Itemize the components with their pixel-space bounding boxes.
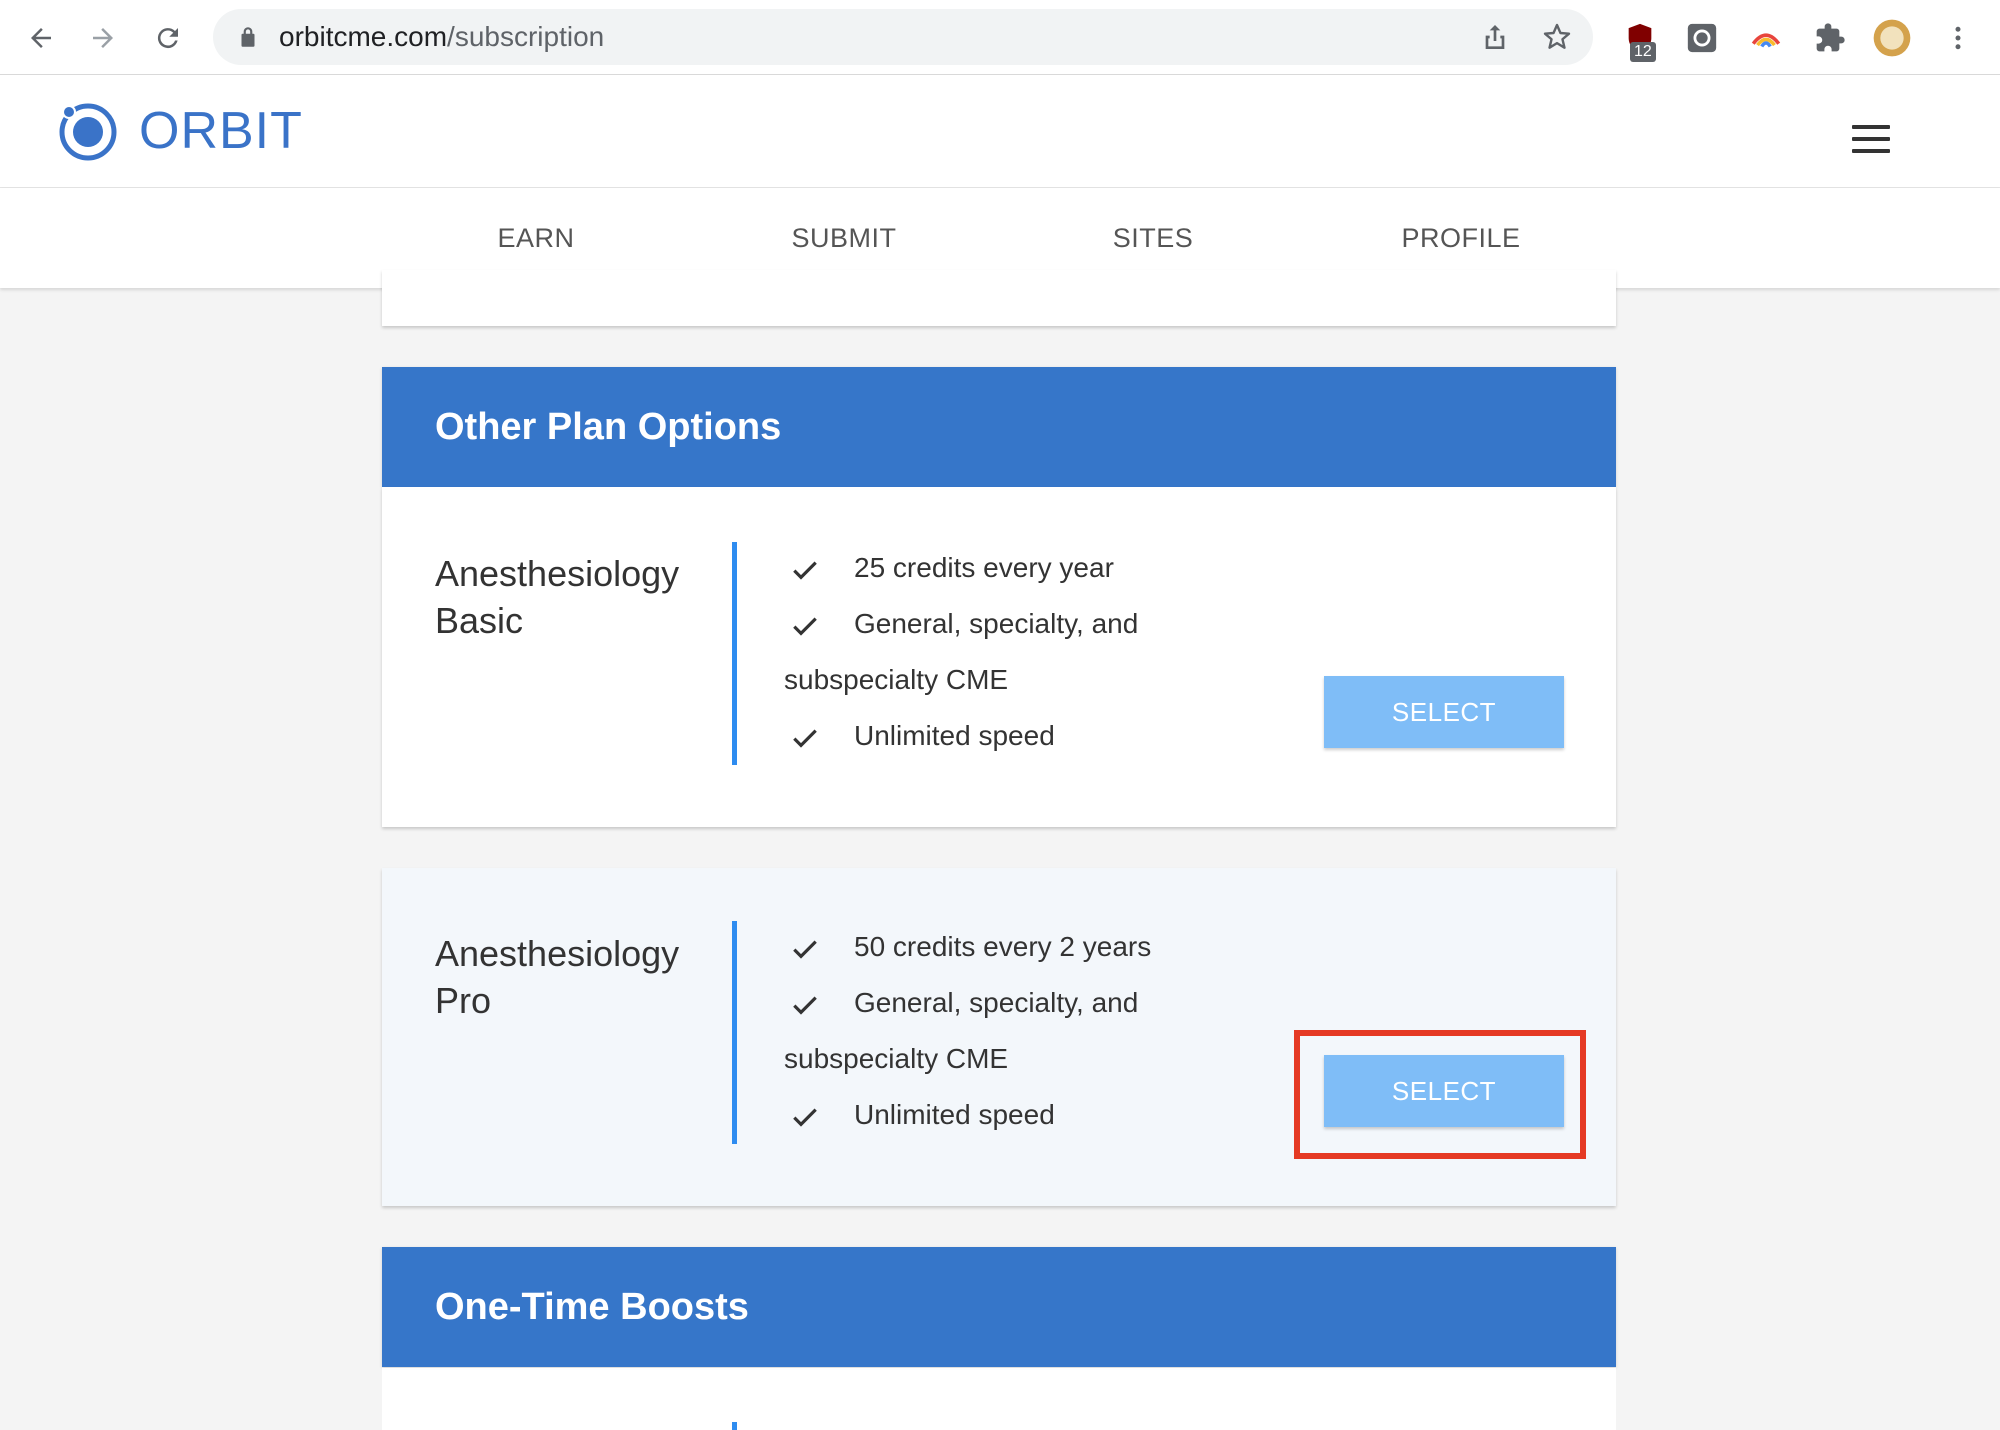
orbit-logo-icon[interactable] — [56, 100, 120, 164]
plan-name: Anesthesiology Basic — [435, 550, 679, 644]
reload-button[interactable] — [147, 17, 189, 59]
share-icon[interactable] — [1479, 21, 1511, 53]
feature-item: 25 credits every year — [784, 540, 1204, 596]
back-button[interactable] — [20, 17, 62, 59]
browser-menu-button[interactable] — [1938, 18, 1978, 58]
plan-name: Anesthesiology Pro — [435, 930, 679, 1024]
feature-text: General, specialty, and — [854, 987, 1139, 1018]
plan-divider — [732, 921, 737, 1144]
previous-card — [382, 270, 1616, 326]
select-basic-button[interactable]: SELECT — [1324, 676, 1564, 748]
plan-card-basic: Anesthesiology Basic 25 credits every ye… — [382, 487, 1616, 827]
browser-toolbar: orbitcme.com/subscription 12 — [0, 0, 2000, 75]
plan-name-line1: Anesthesiology — [435, 553, 680, 594]
checkmark-icon — [793, 940, 817, 959]
plan-divider — [732, 1422, 737, 1430]
plan-name-line2: Pro — [435, 980, 492, 1021]
plan-name-line2: Basic — [435, 600, 524, 641]
feature-text: General, specialty, and — [854, 608, 1139, 639]
forward-button[interactable] — [82, 17, 124, 59]
checkmark-icon — [793, 729, 817, 748]
camera-icon — [1687, 23, 1717, 53]
checkmark-icon — [793, 996, 817, 1015]
checkmark-icon — [793, 561, 817, 580]
highlight-annotation-box — [1294, 1030, 1586, 1159]
extension-badge: 12 — [1630, 42, 1656, 62]
camera-extension[interactable] — [1682, 18, 1722, 58]
other-plans-header: Other Plan Options — [382, 367, 1616, 487]
url-path: /subscription — [447, 21, 605, 52]
reload-icon — [157, 28, 178, 49]
feature-text: Unlimited speed — [854, 1099, 1055, 1130]
rainbow-extension[interactable] — [1746, 18, 1786, 58]
bookmark-star-icon[interactable] — [1541, 21, 1573, 53]
kebab-menu-icon — [1955, 26, 1961, 50]
plan-name-line1: Anesthesiology — [435, 933, 680, 974]
feature-item: General, specialty, and — [784, 596, 1204, 652]
profile-avatar[interactable] — [1872, 18, 1912, 58]
url-domain: orbitcme.com — [279, 21, 448, 52]
arrow-right-icon — [93, 28, 113, 48]
feature-text: Unlimited speed — [854, 720, 1055, 751]
checkmark-icon — [793, 617, 817, 636]
feature-item: Unlimited speed — [784, 708, 1204, 764]
rainbow-icon — [1751, 33, 1781, 48]
feature-item: 50 credits every 2 years — [784, 919, 1204, 975]
plan-features: 25 credits every year General, specialty… — [784, 540, 1204, 764]
url-text: orbitcme.com/subscription — [279, 9, 604, 65]
feature-item-continued: subspecialty CME — [784, 1043, 1009, 1074]
plan-features: 50 credits every 2 years General, specia… — [784, 919, 1204, 1143]
checkmark-icon — [793, 1108, 817, 1127]
boosts-header: One-Time Boosts — [382, 1247, 1616, 1367]
feature-item: Unlimited speed — [784, 1087, 1204, 1143]
plan-divider — [732, 542, 737, 765]
puzzle-icon — [1816, 23, 1845, 52]
avatar-icon — [1873, 19, 1911, 57]
app-header: ORBIT — [0, 75, 2000, 188]
app-logo-text[interactable]: ORBIT — [139, 101, 303, 161]
feature-text: 25 credits every year — [854, 552, 1114, 583]
hamburger-menu-icon[interactable] — [1852, 125, 1890, 153]
address-bar[interactable]: orbitcme.com/subscription — [213, 9, 1593, 65]
lock-icon — [241, 27, 255, 47]
feature-text: 50 credits every 2 years — [854, 931, 1152, 962]
arrow-left-icon — [31, 28, 51, 48]
feature-item: General, specialty, and — [784, 975, 1204, 1031]
boost-card — [382, 1368, 1616, 1430]
feature-item-continued: subspecialty CME — [784, 664, 1009, 695]
extensions-button[interactable] — [1810, 18, 1850, 58]
